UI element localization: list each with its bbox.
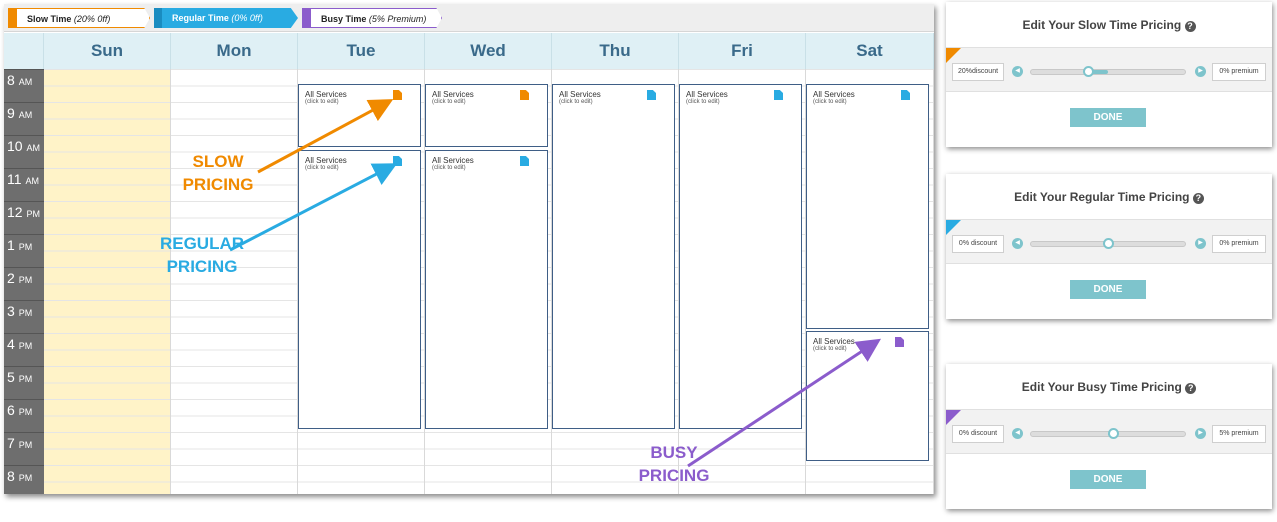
time-label: 1 PM	[4, 234, 44, 267]
day-header-tue: Tue	[298, 33, 425, 69]
pricing-slider-row: 0% discount ◀ ▶ 5% premium	[946, 410, 1272, 454]
regular-color-swatch	[154, 8, 162, 28]
help-icon[interactable]: ?	[1184, 21, 1196, 32]
panel-footer: DONE	[946, 454, 1272, 509]
pricing-block-wed-regular[interactable]: All Services (click to edit)	[425, 150, 548, 429]
time-label: 11 AM	[4, 168, 44, 201]
help-icon[interactable]: ?	[1185, 383, 1197, 394]
pricing-block-tue-slow[interactable]: All Services (click to edit)	[298, 84, 421, 147]
legend-busy-name: Busy Time	[321, 14, 367, 24]
time-label: 5 PM	[4, 366, 44, 399]
time-label: 3 PM	[4, 300, 44, 333]
increase-arrow-icon[interactable]: ▶	[1195, 238, 1206, 249]
legend-busy-note: (5% Premium)	[368, 14, 427, 24]
regular-corner-flag	[946, 220, 961, 235]
panel-title: Edit Your Regular Time Pricing ?	[946, 174, 1272, 220]
time-label: 8 PM	[4, 465, 44, 498]
panel-footer: DONE	[946, 92, 1272, 147]
day-header-fri: Fri	[679, 33, 806, 69]
annotation-line: PRICING	[166, 257, 238, 276]
slider-handle[interactable]	[1082, 66, 1094, 77]
done-button[interactable]: DONE	[1070, 470, 1146, 489]
premium-label: 0% premium	[1212, 63, 1266, 81]
calendar: Slow Time (20% 0ff) Regular Time (0% 0ff…	[4, 4, 934, 494]
block-subtitle: (click to edit)	[813, 346, 847, 352]
day-column-mon[interactable]	[171, 69, 298, 494]
pricing-block-tue-regular[interactable]: All Services (click to edit)	[298, 150, 421, 429]
time-label: 8 AM	[4, 69, 44, 102]
time-label: 10 AM	[4, 135, 44, 168]
time-label: 7 PM	[4, 432, 44, 465]
time-label: 12 PM	[4, 201, 44, 234]
panel-title: Edit Your Busy Time Pricing ?	[946, 364, 1272, 410]
discount-label: 0% discount	[952, 425, 1004, 443]
legend-slow-note: (20% 0ff)	[73, 14, 111, 24]
legend-slow-time[interactable]: Slow Time (20% 0ff)	[8, 8, 150, 28]
legend-regular-note: (0% 0ff)	[231, 13, 263, 23]
pricing-block-fri-regular[interactable]: All Services (click to edit)	[679, 84, 802, 429]
pricing-block-sat-regular[interactable]: All Services (click to edit)	[806, 84, 929, 329]
annotation-line: SLOW	[192, 152, 244, 171]
day-header-sat: Sat	[806, 33, 934, 69]
help-icon[interactable]: ?	[1192, 193, 1204, 204]
increase-arrow-icon[interactable]: ▶	[1195, 66, 1206, 77]
increase-arrow-icon[interactable]: ▶	[1195, 428, 1206, 439]
done-button[interactable]: DONE	[1070, 280, 1146, 299]
slow-pricing-panel: Edit Your Slow Time Pricing ? 20%discoun…	[946, 2, 1272, 147]
legend-busy-time[interactable]: Busy Time (5% Premium)	[302, 8, 442, 28]
pricing-slider-row: 0% discount ◀ ▶ 0% premium	[946, 220, 1272, 264]
decrease-arrow-icon[interactable]: ◀	[1012, 66, 1023, 77]
pricing-slider[interactable]	[1030, 428, 1186, 439]
time-label: 6 PM	[4, 399, 44, 432]
pricing-block-sat-busy[interactable]: All Services (click to edit)	[806, 331, 929, 461]
time-label: 4 PM	[4, 333, 44, 366]
discount-label: 0% discount	[952, 235, 1004, 253]
annotation-line: PRICING	[638, 466, 710, 485]
annotation-line: BUSY	[650, 443, 698, 462]
slow-pricing-annotation: SLOW PRICING	[168, 150, 268, 196]
decrease-arrow-icon[interactable]: ◀	[1012, 238, 1023, 249]
time-column: 8 AM 9 AM 10 AM 11 AM 12 PM 1 PM 2 PM 3 …	[4, 69, 44, 494]
premium-label: 0% premium	[1212, 235, 1266, 253]
regular-pricing-annotation: REGULAR PRICING	[146, 232, 258, 278]
busy-color-swatch	[303, 9, 311, 28]
legend-regular-time[interactable]: Regular Time (0% 0ff)	[154, 8, 298, 28]
day-header-thu: Thu	[552, 33, 679, 69]
time-label: 2 PM	[4, 267, 44, 300]
pricing-block-wed-slow[interactable]: All Services (click to edit)	[425, 84, 548, 147]
legend-regular-name: Regular Time	[172, 13, 229, 23]
panel-title: Edit Your Slow Time Pricing ?	[946, 2, 1272, 48]
day-header-mon: Mon	[171, 33, 298, 69]
done-button[interactable]: DONE	[1070, 108, 1146, 127]
day-header-wed: Wed	[425, 33, 552, 69]
annotation-line: REGULAR	[159, 234, 245, 253]
discount-label: 20%discount	[952, 63, 1004, 81]
day-header-sun: Sun	[44, 33, 171, 69]
block-title: All Services	[813, 337, 855, 346]
pricing-slider[interactable]	[1030, 66, 1186, 77]
busy-pricing-panel: Edit Your Busy Time Pricing ? 0% discoun…	[946, 364, 1272, 509]
legend-slow-name: Slow Time	[27, 14, 72, 24]
busy-pricing-annotation: BUSY PRICING	[622, 441, 726, 487]
regular-pricing-panel: Edit Your Regular Time Pricing ? 0% disc…	[946, 174, 1272, 319]
panel-footer: DONE	[946, 264, 1272, 319]
pricing-slider[interactable]	[1030, 238, 1186, 249]
annotation-line: PRICING	[182, 175, 254, 194]
day-column-sun[interactable]	[44, 69, 171, 494]
time-label: 9 AM	[4, 102, 44, 135]
busy-corner-flag	[946, 410, 961, 425]
corner-header	[4, 33, 44, 69]
legend-bar: Slow Time (20% 0ff) Regular Time (0% 0ff…	[4, 4, 934, 32]
slider-handle[interactable]	[1107, 428, 1119, 439]
slow-corner-flag	[946, 48, 961, 63]
pricing-slider-row: 20%discount ◀ ▶ 0% premium	[946, 48, 1272, 92]
decrease-arrow-icon[interactable]: ◀	[1012, 428, 1023, 439]
pricing-block-thu-regular[interactable]: All Services (click to edit)	[552, 84, 675, 429]
slider-handle[interactable]	[1103, 238, 1114, 249]
slow-color-swatch	[9, 9, 17, 28]
premium-label: 5% premium	[1212, 425, 1266, 443]
